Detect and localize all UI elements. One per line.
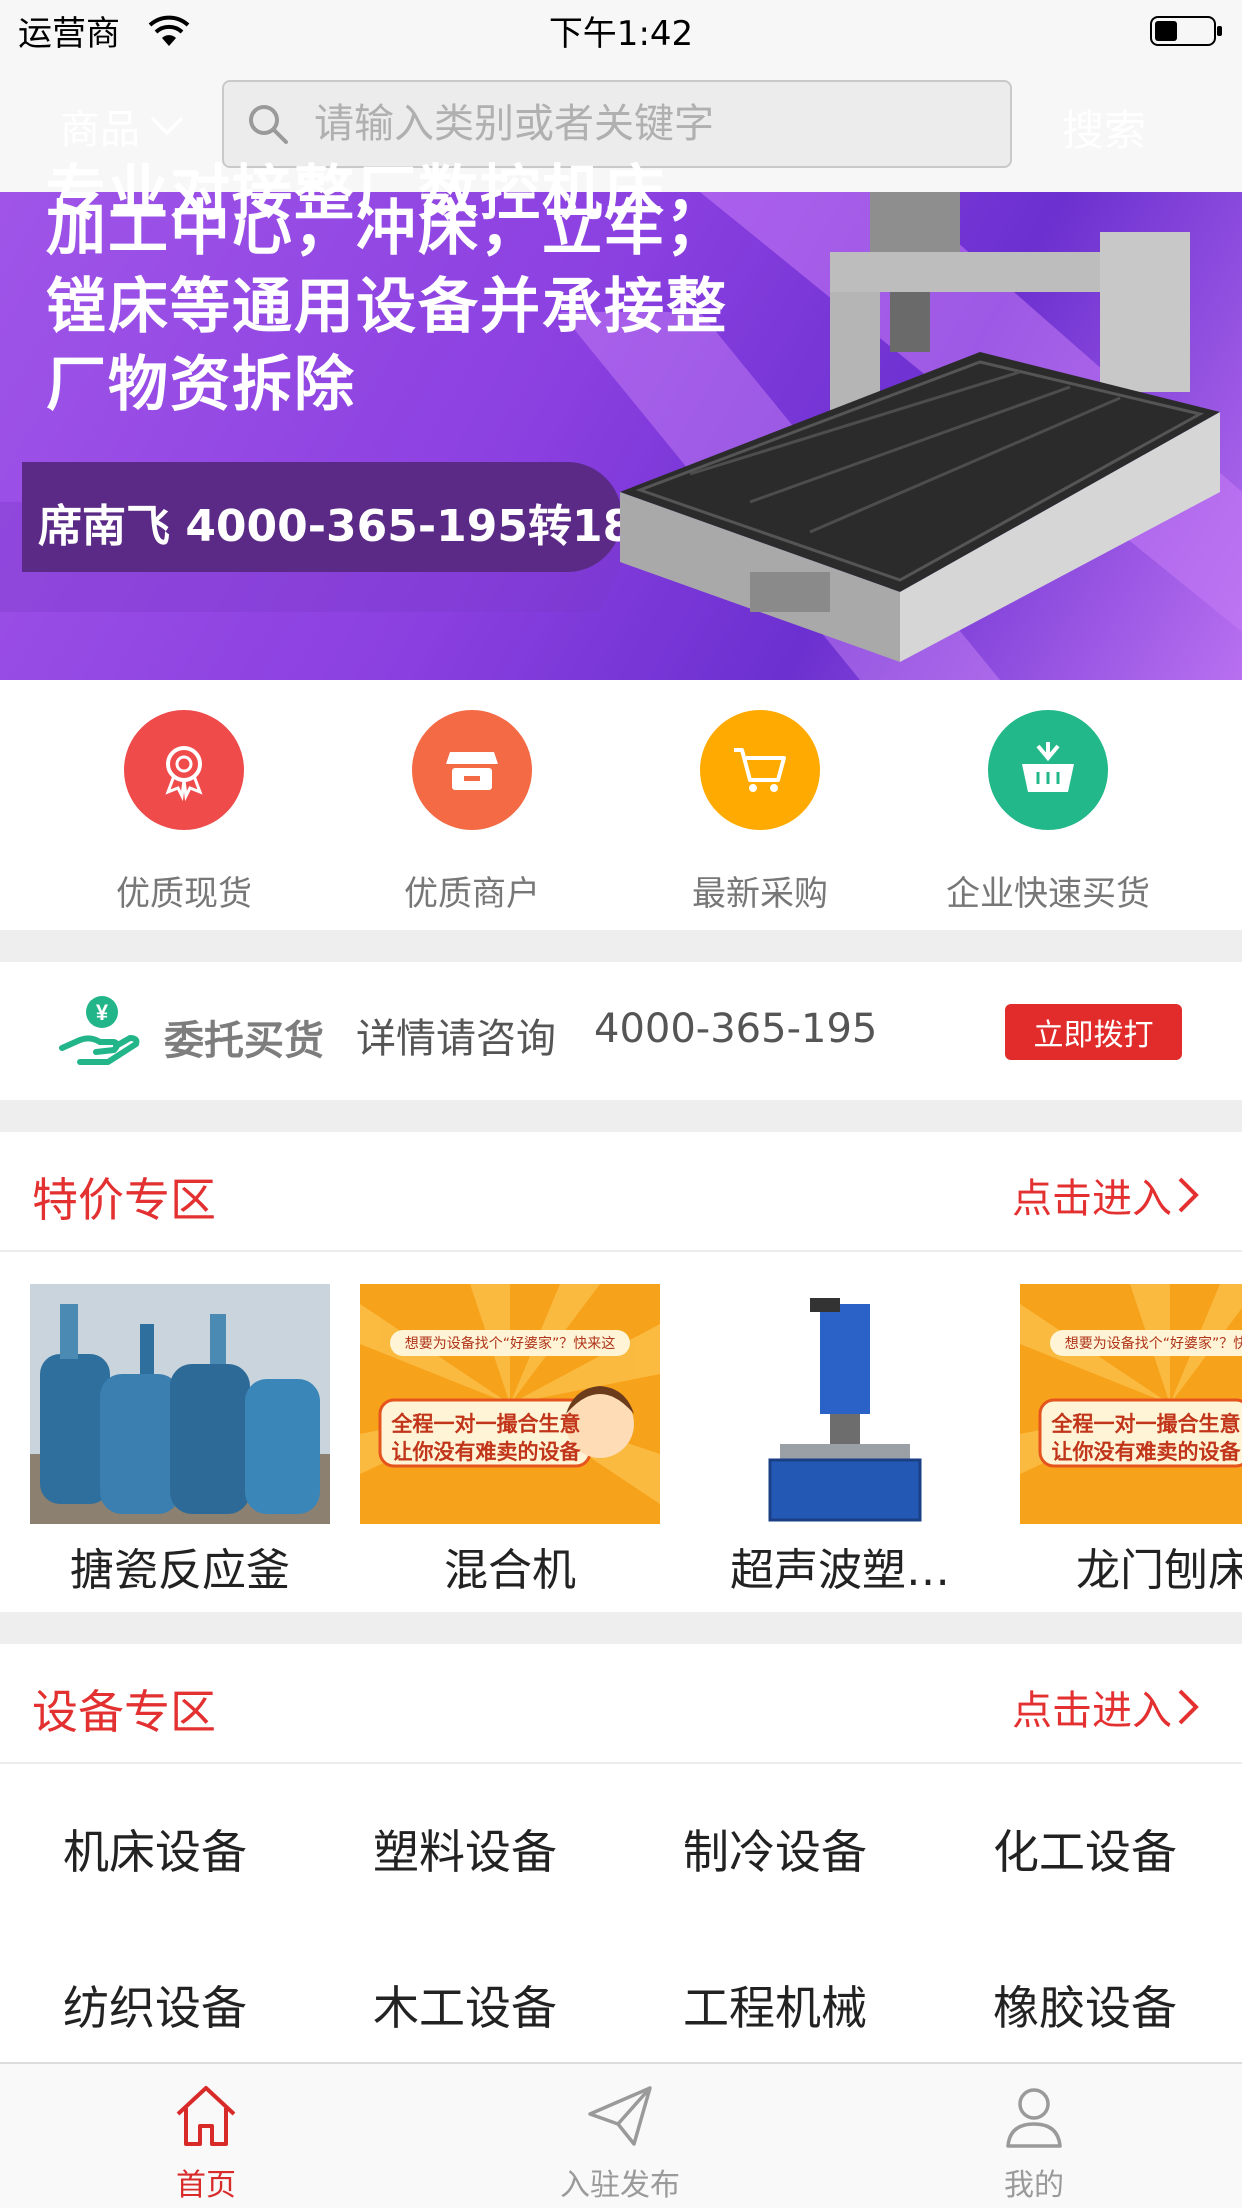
poster-line-1: 全程一对一撮合生意 [391,1412,581,1436]
product-image [690,1284,990,1524]
quick-nav-enterprise-buy[interactable]: 企业快速买货 [928,710,1168,915]
poster-line-1: 全程一对一撮合生意 [1051,1412,1241,1436]
quick-nav-label: 企业快速买货 [946,874,1150,914]
more-label: 点击进入 [1012,1688,1172,1734]
equipment-item[interactable]: 制冷设备 [620,1816,930,1882]
user-icon [1006,2088,1062,2148]
product-image: 想要为设备找个“好婆家”？快来这 全程一对一撮合生意 让你没有难卖的设备 [1020,1284,1242,1524]
specials-more-link[interactable]: 点击进入 [1012,1166,1202,1224]
quick-nav-quality-stock[interactable]: 优质现货 [64,710,304,915]
poster-line-2: 让你没有难卖的设备 [391,1440,581,1464]
chevron-right-icon [1178,1177,1199,1213]
product-card[interactable]: 想要为设备找个“好婆家”？快来这 全程一对一撮合生意 让你没有难卖的设备 龙门刨… [1020,1284,1242,1598]
equipment-item[interactable]: 工程机械 [620,1972,930,2038]
quick-nav-label: 优质现货 [116,874,252,914]
product-card[interactable]: 搪瓷反应釜 [30,1284,330,1598]
tab-label: 入驻发布 [560,2168,680,2203]
svg-text:¥: ¥ [96,1000,109,1025]
quick-nav-label: 最新采购 [692,874,828,914]
entrust-title: 委托买货 [164,1018,324,1064]
home-icon [176,2086,236,2146]
equipment-title: 设备专区 [32,1685,216,1739]
status-time: 下午1:42 [548,14,694,54]
equipment-item[interactable]: 木工设备 [310,1972,620,2038]
product-name: 龙门刨床 [1076,1545,1242,1596]
section-divider [0,1612,1242,1644]
tab-profile[interactable]: 我的 [884,2080,1184,2204]
search-input[interactable] [312,100,996,148]
product-image: 想要为设备找个“好婆家”？快来这 全程一对一撮合生意 让你没有难卖的设备 [360,1284,660,1524]
category-dropdown[interactable]: 商品 [60,97,186,155]
quick-nav-quality-merchant[interactable]: 优质商户 [352,710,592,915]
poster-line-2: 让你没有难卖的设备 [1051,1440,1241,1464]
equipment-more-link[interactable]: 点击进入 [1012,1678,1202,1736]
chevron-down-icon [150,116,184,136]
product-card[interactable]: 超声波塑… [690,1284,990,1598]
tab-home[interactable]: 首页 [56,2080,356,2204]
storefront-icon [412,710,532,830]
entrust-phone: 4000-365-195 [594,1006,878,1052]
more-label: 点击进入 [1012,1176,1172,1222]
paper-plane-icon [588,2086,652,2146]
equipment-item[interactable]: 橡胶设备 [930,1972,1240,2038]
product-name: 超声波塑… [730,1545,950,1596]
quick-nav-label: 优质商户 [404,874,540,914]
equipment-item[interactable]: 化工设备 [930,1816,1240,1882]
basket-download-icon [988,710,1108,830]
shopping-cart-icon [700,710,820,830]
cnc-machine-image [620,192,1220,662]
entrust-desc: 详情请咨询 [356,1016,556,1062]
hand-money-icon: ¥ [59,996,140,1065]
search-icon [249,105,288,144]
specials-title: 特价专区 [32,1173,216,1227]
product-name: 搪瓷反应釜 [70,1545,290,1596]
banner-phone: 席南飞 4000-365-195转183 [38,501,664,552]
tab-label: 我的 [1004,2168,1064,2203]
quick-nav-latest-purchase[interactable]: 最新采购 [640,710,880,915]
equipment-item[interactable]: 纺织设备 [0,1972,310,2038]
ribbon-award-icon [124,710,244,830]
category-label: 商品 [60,107,140,153]
equipment-item[interactable]: 塑料设备 [310,1816,620,1882]
poster-tagline: 想要为设备找个“好婆家”？快来这 [404,1336,616,1352]
tab-publish[interactable]: 入驻发布 [470,2080,770,2204]
call-now-button[interactable]: 立即拨打 [1005,1004,1182,1060]
product-image [30,1284,330,1524]
product-card[interactable]: 想要为设备找个“好婆家”？快来这 全程一对一撮合生意 让你没有难卖的设备 混合机 [360,1284,660,1598]
equipment-item[interactable]: 机床设备 [0,1816,310,1882]
poster-tagline: 想要为设备找个“好婆家”？快来这 [1064,1336,1242,1352]
section-divider [0,930,1242,962]
chevron-right-icon [1178,1689,1199,1725]
battery-icon [1150,16,1222,46]
search-button[interactable]: 搜索 [1062,97,1146,158]
section-divider [0,1100,1242,1132]
product-name: 混合机 [444,1545,576,1596]
tab-label: 首页 [176,2168,236,2203]
